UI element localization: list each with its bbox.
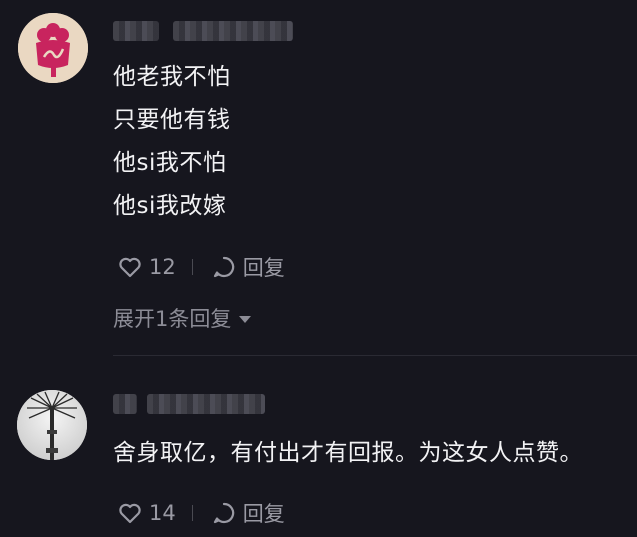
username-blurred[interactable]	[113, 20, 293, 42]
reply-button[interactable]: 回复	[211, 498, 285, 528]
divider	[191, 505, 193, 521]
comment-line: 他si我改嫁	[113, 193, 227, 219]
username-blur-block	[113, 21, 159, 41]
expand-replies-label: 展开1条回复	[113, 307, 232, 331]
comment-list: 他老我不怕 只要他有钱 他si我不怕 他si我改嫁 12 回复 展开1条回复 舍…	[0, 0, 637, 537]
caret-down-icon	[239, 315, 252, 323]
like-button[interactable]: 12	[117, 254, 176, 280]
avatar[interactable]	[18, 13, 88, 83]
speech-bubble-icon	[211, 500, 237, 526]
avatar-image	[18, 13, 88, 83]
username-blur-block	[147, 394, 265, 414]
like-count: 12	[149, 255, 176, 279]
speech-bubble-icon	[211, 254, 237, 280]
heart-outline-icon	[117, 254, 143, 280]
comment-text: 他老我不怕 只要他有钱 他si我不怕 他si我改嫁	[113, 56, 231, 228]
username-blur-block	[173, 21, 293, 41]
divider	[113, 355, 637, 356]
avatar[interactable]	[17, 390, 87, 460]
comment-actions: 14 回复	[117, 499, 285, 527]
reply-button[interactable]: 回复	[211, 252, 285, 282]
username-blurred[interactable]	[113, 393, 265, 415]
comment-line: 只要他有钱	[113, 107, 231, 133]
username-blur-block	[113, 394, 137, 414]
comment-line: 舍身取亿，有付出才有回报。为这女人点赞。	[113, 440, 583, 466]
like-button[interactable]: 14	[117, 500, 176, 526]
reply-label: 回复	[242, 502, 285, 526]
divider	[191, 259, 193, 275]
expand-replies-button[interactable]: 展开1条回复	[113, 303, 252, 333]
comment-actions: 12 回复	[117, 253, 285, 281]
like-count: 14	[149, 501, 176, 525]
avatar-image	[17, 390, 87, 460]
heart-outline-icon	[117, 500, 143, 526]
comment-line: 他si我不怕	[113, 150, 227, 176]
comment-text: 舍身取亿，有付出才有回报。为这女人点赞。	[113, 432, 583, 475]
comment-line: 他老我不怕	[113, 64, 231, 90]
reply-label: 回复	[242, 256, 285, 280]
